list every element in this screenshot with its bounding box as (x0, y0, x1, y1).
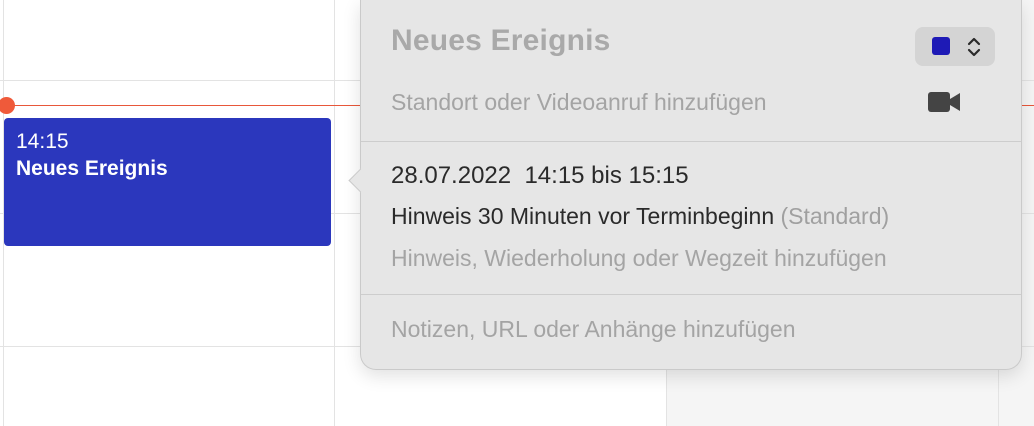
notes-field[interactable]: Notizen, URL oder Anhänge hinzufügen (391, 316, 796, 343)
divider (361, 141, 1021, 142)
event-popover: Neues Ereignis Standort oder Videoanruf … (360, 0, 1022, 370)
add-alert-repeat-travel-field[interactable]: Hinweis, Wiederholung oder Wegzeit hinzu… (391, 245, 887, 272)
date-time-field[interactable]: 28.07.2022 14:15 bis 15:15 (391, 162, 689, 190)
event-title-field[interactable]: Neues Ereignis (391, 24, 611, 58)
location-field[interactable]: Standort oder Videoanruf hinzufügen (391, 89, 767, 116)
event-title: Neues Ereignis (16, 157, 168, 180)
color-swatch (932, 37, 950, 55)
event-time: 14:15 (16, 130, 69, 153)
alert-field[interactable]: Hinweis 30 Minuten vor Terminbeginn (Sta… (391, 203, 889, 230)
calendar-color-picker[interactable] (915, 27, 995, 66)
calendar-event[interactable]: 14:15 Neues Ereignis (4, 118, 331, 246)
video-camera-icon[interactable] (927, 90, 961, 114)
chevron-up-down-icon (967, 37, 981, 57)
alert-default-label: (Standard) (780, 203, 890, 229)
divider (361, 294, 1021, 295)
alert-text: Hinweis 30 Minuten vor Terminbeginn (391, 203, 775, 229)
